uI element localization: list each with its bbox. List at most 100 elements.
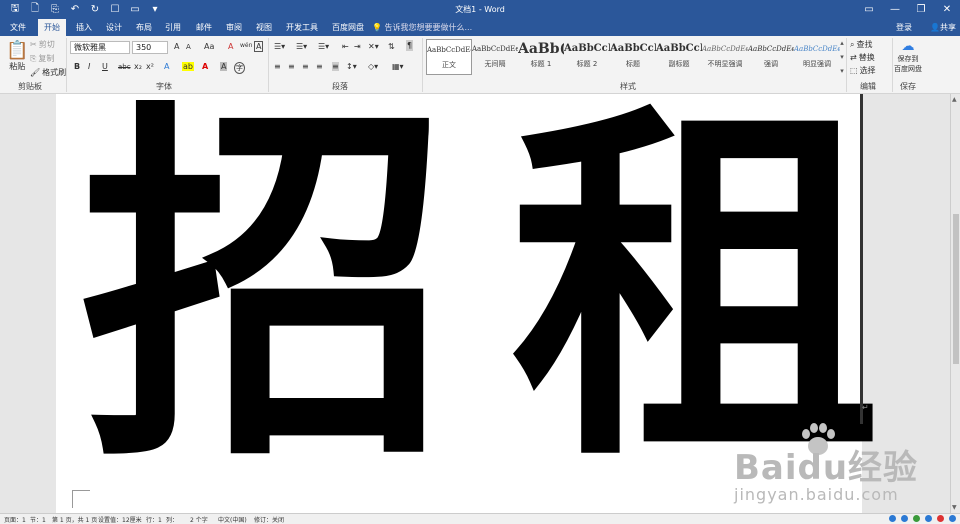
font-color-button[interactable]: A [202, 62, 208, 71]
replace-icon: ⇄ [850, 53, 857, 62]
shrink-font-button[interactable]: A [186, 43, 191, 51]
tray-icon[interactable] [901, 515, 908, 522]
subscript-button[interactable]: x₂ [134, 62, 142, 71]
tray-icon[interactable] [889, 515, 896, 522]
brush-icon: 🖌 [30, 68, 41, 77]
tray-icon[interactable] [949, 515, 956, 522]
tab-file[interactable]: 文件 [4, 19, 32, 36]
shading-icon[interactable]: ◇▾ [368, 62, 378, 71]
text-effects-button[interactable]: A [164, 62, 169, 71]
format-painter-button[interactable]: 🖌 格式刷 [30, 67, 66, 78]
line-spacing-icon[interactable]: ↕▾ [346, 62, 357, 71]
multilevel-list-icon[interactable]: ☰▾ [318, 42, 329, 51]
style-emphasis[interactable]: AaBbCcDdEe 强调 [748, 39, 794, 75]
status-word-count[interactable]: 2 个字 [190, 515, 208, 524]
phonetic-guide-button[interactable]: wén [240, 42, 252, 49]
font-name-combo[interactable]: 微软雅黑 [70, 41, 130, 54]
status-language[interactable]: 中文(中国) [218, 515, 247, 524]
scroll-up-icon[interactable]: ▲ [952, 96, 957, 103]
replace-button[interactable]: ⇄ 替换 [850, 52, 875, 63]
change-case-button[interactable]: Aa [204, 42, 214, 51]
status-column[interactable]: 列： [166, 515, 178, 524]
style-no-spacing[interactable]: AaBbCcDdEe 无间隔 [472, 39, 518, 75]
tab-review[interactable]: 审阅 [220, 19, 248, 36]
style-normal[interactable]: AaBbCcDdEe 正文 [426, 39, 472, 75]
login-button[interactable]: 登录 [896, 19, 912, 36]
style-heading-2[interactable]: AaBbCcI 标题 2 [564, 39, 610, 75]
superscript-button[interactable]: x² [146, 62, 154, 71]
tell-me-box[interactable]: 💡 告诉我您想要要做什么... [372, 19, 472, 36]
borders-icon[interactable]: ▦▾ [392, 62, 404, 71]
copy-button[interactable]: ⎘ 复制 [30, 53, 54, 64]
distributed-icon[interactable]: ≡ [332, 62, 339, 71]
tab-view[interactable]: 视图 [250, 19, 278, 36]
share-button[interactable]: 👤共享 [930, 19, 956, 36]
font-size-combo[interactable]: 350 [132, 41, 168, 54]
align-right-icon[interactable]: ≡ [302, 62, 309, 71]
style-subtle-emphasis[interactable]: AaBbCcDdEe 不明显强调 [702, 39, 748, 75]
tab-design[interactable]: 设计 [100, 19, 128, 36]
maximize-button[interactable]: ❐ [908, 0, 934, 19]
chevron-down-icon[interactable]: ▾ [840, 53, 844, 61]
align-left-icon[interactable]: ≡ [274, 62, 281, 71]
style-title[interactable]: AaBbCcI 标题 [610, 39, 656, 75]
status-page[interactable]: 页面：1 [4, 515, 26, 524]
style-heading-1[interactable]: AaBb(标题 1 [518, 39, 564, 75]
tray-icon[interactable] [913, 515, 920, 522]
decrease-indent-icon[interactable]: ⇤ [342, 42, 349, 51]
ribbon-display-button[interactable]: ▭ [856, 0, 882, 19]
style-intense-emphasis[interactable]: AaBbCcDdEe 明显强调 [794, 39, 840, 75]
status-track-changes[interactable]: 修订：关闭 [254, 515, 284, 524]
tab-developer[interactable]: 开发工具 [280, 19, 324, 36]
tab-mailings[interactable]: 邮件 [190, 19, 218, 36]
tray-icon[interactable] [925, 515, 932, 522]
minimize-button[interactable]: — [882, 0, 908, 19]
align-center-icon[interactable]: ≡ [288, 62, 295, 71]
justify-icon[interactable]: ≡ [316, 62, 323, 71]
show-marks-icon[interactable]: ¶ [406, 40, 414, 51]
status-section[interactable]: 节：1 [30, 515, 46, 524]
clear-format-button[interactable]: A [228, 42, 233, 51]
grow-font-button[interactable]: A [174, 42, 179, 51]
paste-button[interactable]: 📋 粘贴 [6, 40, 28, 72]
increase-indent-icon[interactable]: ⇥ [354, 42, 361, 51]
bold-button[interactable]: B [74, 62, 80, 71]
underline-button[interactable]: U [102, 62, 108, 71]
tab-references[interactable]: 引用 [159, 19, 187, 36]
highlight-button[interactable]: ab [182, 62, 194, 71]
tab-insert[interactable]: 插入 [70, 19, 98, 36]
status-position[interactable]: 设置值：12厘米 [98, 515, 142, 524]
status-page-of[interactable]: 第 1 页，共 1 页 [52, 515, 97, 524]
tab-layout[interactable]: 布局 [130, 19, 158, 36]
bullets-icon[interactable]: ☰▾ [274, 42, 285, 51]
status-bar: 页面：1 节：1 第 1 页，共 1 页 设置值：12厘米 行：1 列： 2 个… [0, 513, 960, 524]
scroll-thumb[interactable] [953, 214, 959, 364]
close-button[interactable]: ✕ [934, 0, 960, 19]
vertical-scrollbar[interactable]: ▲ ▼ [950, 94, 960, 513]
tab-baidu-netdisk[interactable]: 百度网盘 [326, 19, 370, 36]
italic-button[interactable]: I [88, 62, 90, 71]
cut-button[interactable]: ✂ 剪切 [30, 39, 55, 50]
sort-icon[interactable]: ⇅ [388, 42, 395, 51]
scroll-down-icon[interactable]: ▼ [952, 504, 957, 511]
ribbon-tabs: 文件 开始 插入 设计 布局 引用 邮件 审阅 视图 开发工具 百度网盘 💡 告… [0, 19, 960, 36]
style-subtitle[interactable]: AaBbCcI 副标题 [656, 39, 702, 75]
divider [66, 38, 67, 92]
styles-scroll[interactable]: ▴ ▾ ▾ [838, 39, 846, 75]
chevron-up-icon[interactable]: ▴ [840, 39, 844, 47]
tab-home[interactable]: 开始 [38, 19, 66, 36]
numbering-icon[interactable]: ☰▾ [296, 42, 307, 51]
save-to-netdisk-button[interactable]: ☁ 保存到 百度网盘 [894, 39, 922, 74]
status-line[interactable]: 行：1 [146, 515, 162, 524]
find-button[interactable]: ⌕ 查找 [850, 39, 872, 50]
clipboard-group-label: 剪贴板 [18, 82, 42, 91]
copy-icon: ⎘ [30, 53, 37, 63]
char-shading-button[interactable]: A [220, 62, 228, 71]
scissors-icon: ✂ [30, 40, 37, 49]
lightbulb-icon: 💡 [372, 23, 382, 32]
cloud-icon: ☁ [901, 39, 915, 54]
asian-layout-icon[interactable]: ✕▾ [368, 42, 379, 51]
strikethrough-button[interactable]: abc [118, 63, 131, 71]
char-border-button[interactable]: A [254, 41, 264, 52]
tray-icon[interactable] [937, 515, 944, 522]
